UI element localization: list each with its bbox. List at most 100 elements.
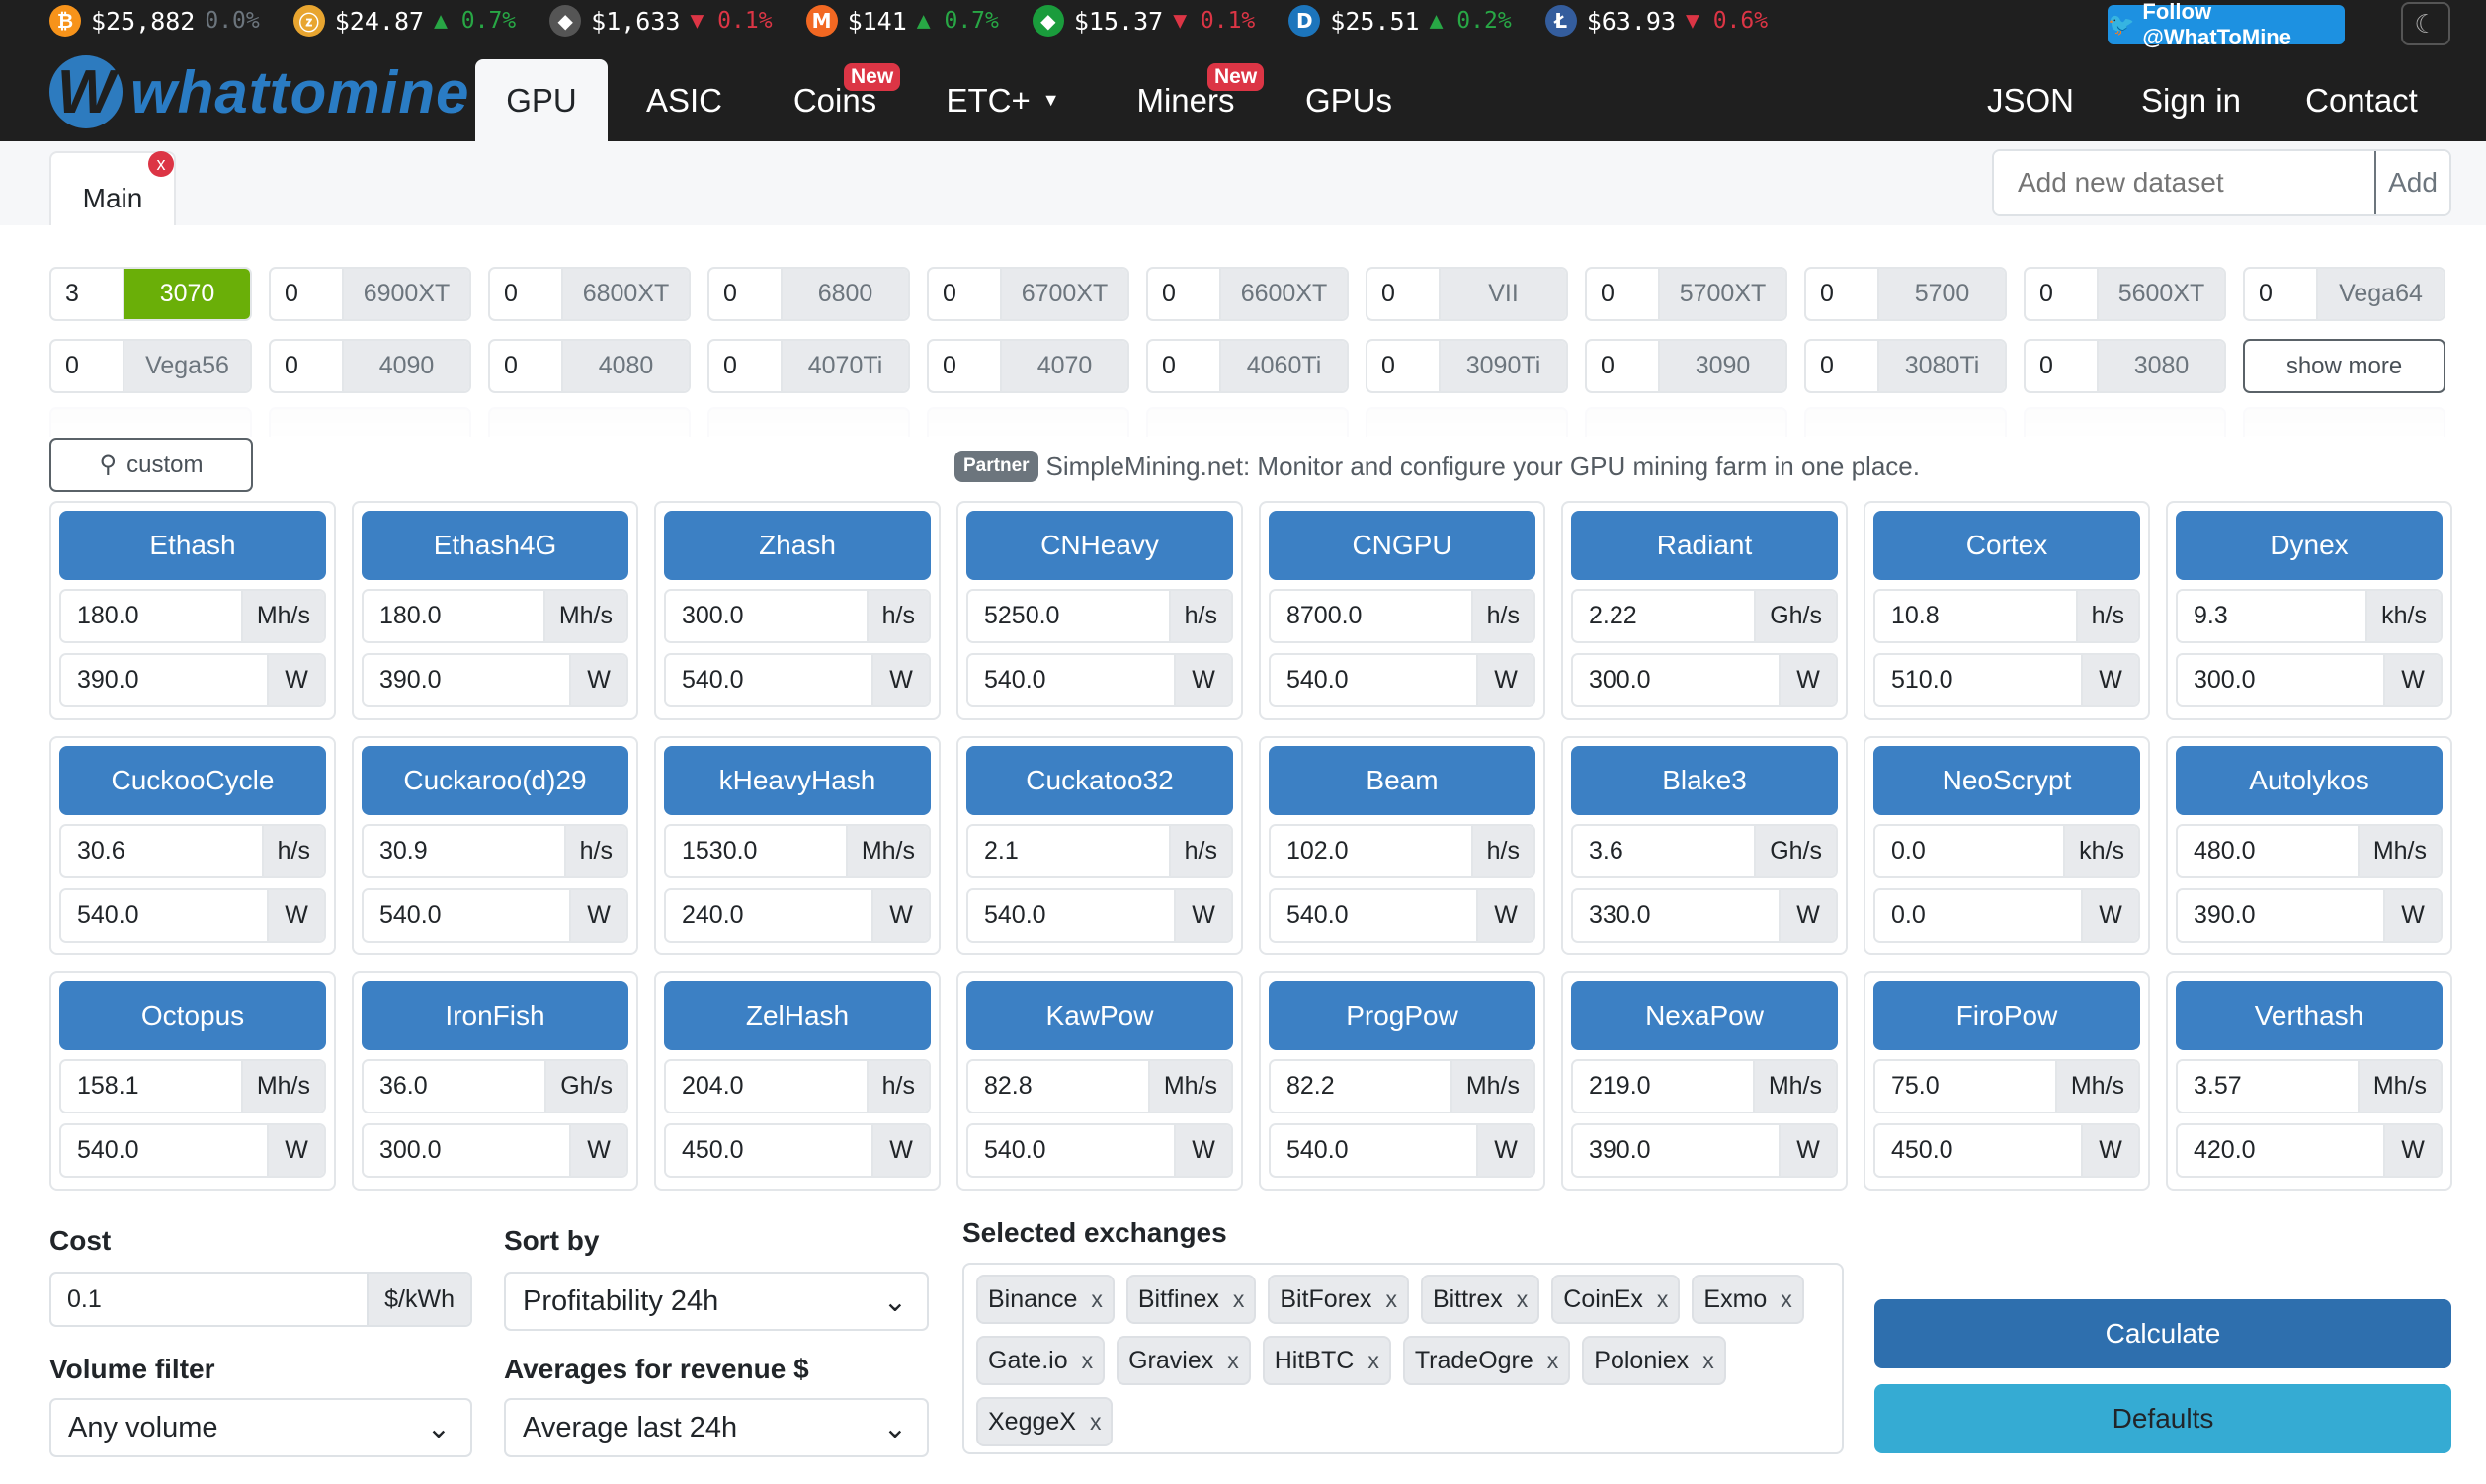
close-tab-icon[interactable]: x	[148, 151, 174, 177]
defaults-button[interactable]: Defaults	[1874, 1384, 2451, 1453]
algorithm-toggle-button[interactable]: NeoScrypt	[1873, 746, 2140, 815]
remove-exchange-icon[interactable]: x	[1517, 1286, 1529, 1313]
custom-button[interactable]: ⚲ custom	[49, 438, 253, 492]
gpu-quantity-input[interactable]: 0	[709, 269, 783, 319]
gpu-model-toggle[interactable]: 4090	[344, 341, 469, 391]
algorithm-toggle-button[interactable]: kHeavyHash	[664, 746, 931, 815]
power-input[interactable]: 390.0	[61, 655, 267, 705]
gpu-quantity-input[interactable]: 0	[271, 341, 344, 391]
gpu-quantity-input[interactable]: 0	[1587, 341, 1660, 391]
gpu-model-toggle[interactable]: 4080	[563, 341, 689, 391]
gpu-quantity-input[interactable]: 3	[51, 269, 124, 319]
power-input[interactable]: 540.0	[61, 890, 267, 941]
hashrate-input[interactable]: 5250.0	[968, 591, 1169, 641]
gpu-model-toggle[interactable]: 6800XT	[563, 269, 689, 319]
algorithm-toggle-button[interactable]: Zhash	[664, 511, 931, 580]
power-input[interactable]: 540.0	[666, 655, 871, 705]
algorithm-toggle-button[interactable]: ZelHash	[664, 981, 931, 1050]
gpu-quantity-input[interactable]: 0	[2245, 269, 2318, 319]
partner-banner[interactable]: Partner SimpleMining.net: Monitor and co…	[954, 451, 1920, 482]
gpu-model-toggle[interactable]: 6600XT	[1221, 269, 1347, 319]
gpu-model-toggle[interactable]: 6900XT	[344, 269, 469, 319]
gpu-model-toggle[interactable]: 3090	[1660, 341, 1785, 391]
hashrate-input[interactable]: 300.0	[666, 591, 867, 641]
gpu-model-toggle[interactable]: 5700XT	[1660, 269, 1785, 319]
gpu-model-toggle[interactable]: 4070Ti	[783, 341, 908, 391]
gpu-model-toggle[interactable]: 6700XT	[1002, 269, 1127, 319]
gpu-quantity-input[interactable]: 0	[929, 341, 1002, 391]
nav-etc-dropdown[interactable]: ETC+ ▼	[939, 59, 1067, 141]
gpu-quantity-input[interactable]: 0	[2026, 269, 2099, 319]
power-input[interactable]: 300.0	[2178, 655, 2383, 705]
algorithm-toggle-button[interactable]: Dynex	[2176, 511, 2443, 580]
ticker-item[interactable]: D $25.51 ▲ 0.2%	[1288, 5, 1512, 37]
cost-field[interactable]: 0.1 $/kWh	[49, 1272, 472, 1327]
hashrate-input[interactable]: 180.0	[364, 591, 543, 641]
follow-twitter-button[interactable]: 🐦 Follow @WhatToMine	[2108, 0, 2345, 49]
algorithm-toggle-button[interactable]: Autolykos	[2176, 746, 2443, 815]
ticker-item[interactable]: ◆ $1,633 ▼ 0.1%	[549, 5, 773, 37]
gpu-quantity-input[interactable]: 0	[1806, 341, 1879, 391]
ticker-item[interactable]: ◆ $15.37 ▼ 0.1%	[1032, 5, 1255, 37]
nav-sign-in[interactable]: Sign in	[2129, 59, 2253, 141]
remove-exchange-icon[interactable]: x	[1385, 1286, 1397, 1313]
power-input[interactable]: 540.0	[1271, 655, 1476, 705]
gpu-quantity-input[interactable]: 0	[271, 269, 344, 319]
power-input[interactable]: 540.0	[1271, 890, 1476, 941]
dark-mode-toggle[interactable]: ☾	[2401, 2, 2450, 45]
nav-asic[interactable]: ASIC	[632, 59, 736, 141]
power-input[interactable]: 540.0	[968, 655, 1174, 705]
power-input[interactable]: 540.0	[968, 1125, 1174, 1176]
algorithm-toggle-button[interactable]: ProgPow	[1269, 981, 1535, 1050]
gpu-model-toggle[interactable]: 5700	[1879, 269, 2005, 319]
calculate-button[interactable]: Calculate	[1874, 1299, 2451, 1368]
power-input[interactable]: 330.0	[1573, 890, 1779, 941]
gpu-quantity-input[interactable]: 0	[1806, 269, 1879, 319]
hashrate-input[interactable]: 30.9	[364, 826, 564, 876]
remove-exchange-icon[interactable]: x	[1227, 1348, 1239, 1374]
power-input[interactable]: 0.0	[1875, 890, 2081, 941]
nav-json[interactable]: JSON	[1981, 59, 2080, 141]
ticker-item[interactable]: ₿ $25,882 0.0%	[49, 5, 260, 37]
gpu-model-toggle[interactable]: Vega64	[2318, 269, 2444, 319]
remove-exchange-icon[interactable]: x	[1657, 1286, 1669, 1313]
power-input[interactable]: 450.0	[1875, 1125, 2081, 1176]
hashrate-input[interactable]: 3.57	[2178, 1061, 2358, 1112]
algorithm-toggle-button[interactable]: Cuckaroo(d)29	[362, 746, 628, 815]
gpu-model-toggle[interactable]: 4060Ti	[1221, 341, 1347, 391]
gpu-model-toggle[interactable]: 4070	[1002, 341, 1127, 391]
power-input[interactable]: 540.0	[968, 890, 1174, 941]
remove-exchange-icon[interactable]: x	[1091, 1286, 1103, 1313]
hashrate-input[interactable]: 9.3	[2178, 591, 2366, 641]
hashrate-input[interactable]: 480.0	[2178, 826, 2358, 876]
sort-by-select[interactable]: Profitability 24h ⌄	[504, 1272, 929, 1331]
exchanges-multiselect[interactable]: Binance x Bitfinex x BitForex x Bittrex x CoinEx…	[962, 1263, 1844, 1454]
gpu-quantity-input[interactable]: 0	[1148, 341, 1221, 391]
algorithm-toggle-button[interactable]: Cuckatoo32	[966, 746, 1233, 815]
algorithm-toggle-button[interactable]: FiroPow	[1873, 981, 2140, 1050]
gpu-model-toggle[interactable]: 3090Ti	[1441, 341, 1566, 391]
remove-exchange-icon[interactable]: x	[1090, 1409, 1102, 1436]
nav-miners[interactable]: Miners New	[1126, 59, 1265, 141]
remove-exchange-icon[interactable]: x	[1082, 1348, 1094, 1374]
remove-exchange-icon[interactable]: x	[1233, 1286, 1245, 1313]
power-input[interactable]: 540.0	[364, 890, 569, 941]
hashrate-input[interactable]: 219.0	[1573, 1061, 1753, 1112]
cost-input[interactable]: 0.1	[51, 1274, 367, 1325]
algorithm-toggle-button[interactable]: Blake3	[1571, 746, 1838, 815]
hashrate-input[interactable]: 36.0	[364, 1061, 545, 1112]
nav-coins[interactable]: Coins New	[781, 59, 901, 141]
hashrate-input[interactable]: 75.0	[1875, 1061, 2055, 1112]
gpu-model-toggle[interactable]: 3080Ti	[1879, 341, 2005, 391]
power-input[interactable]: 390.0	[1573, 1125, 1779, 1176]
power-input[interactable]: 510.0	[1875, 655, 2081, 705]
gpu-quantity-input[interactable]: 0	[2026, 341, 2099, 391]
algorithm-toggle-button[interactable]: KawPow	[966, 981, 1233, 1050]
power-input[interactable]: 390.0	[364, 655, 569, 705]
power-input[interactable]: 300.0	[1573, 655, 1779, 705]
remove-exchange-icon[interactable]: x	[1702, 1348, 1714, 1374]
nav-contact[interactable]: Contact	[2292, 59, 2431, 141]
gpu-model-toggle[interactable]: 3070	[124, 269, 250, 319]
logo[interactable]: W whattomine	[49, 55, 469, 128]
ticker-item[interactable]: M $141 ▲ 0.7%	[805, 5, 999, 37]
